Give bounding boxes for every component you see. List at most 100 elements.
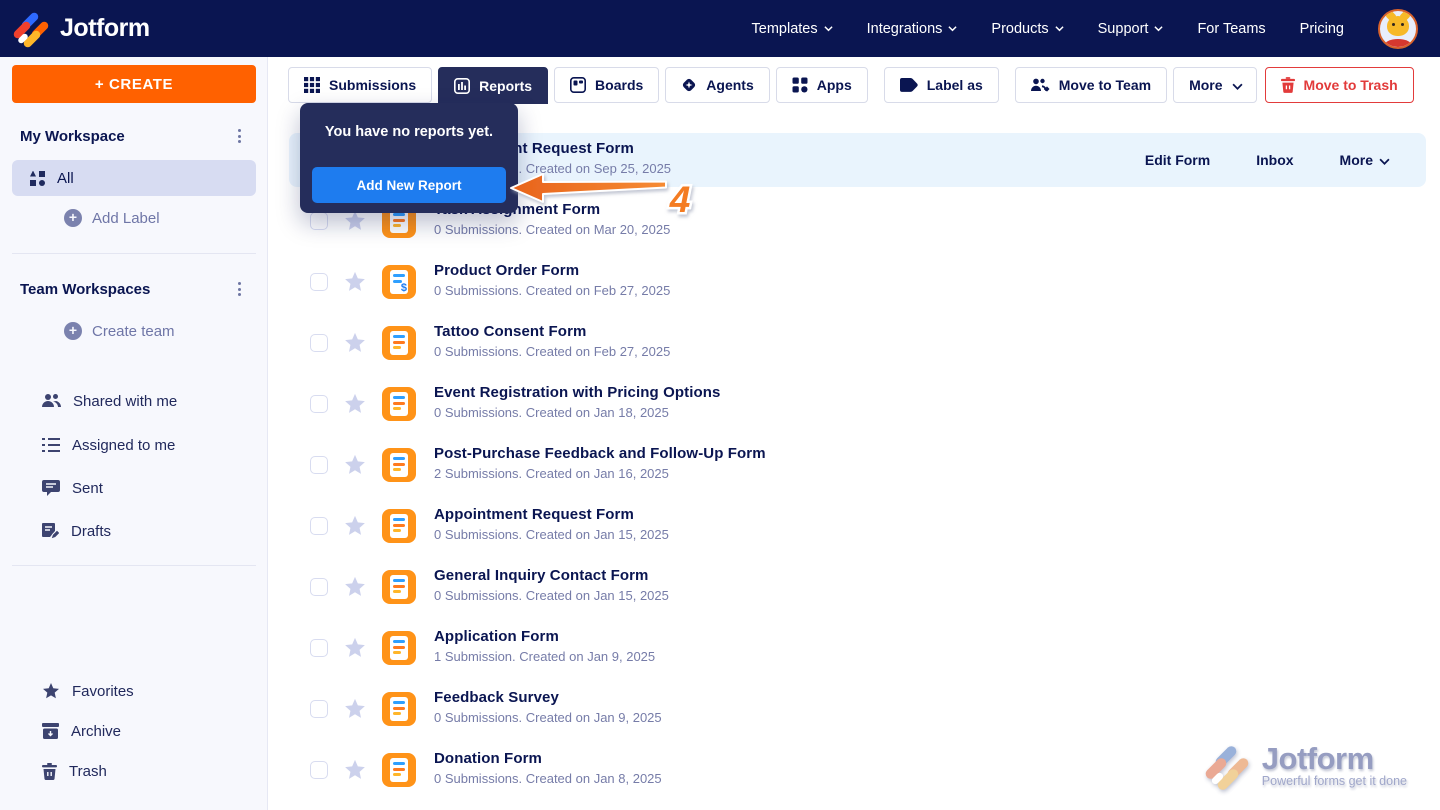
nav-products[interactable]: Products — [991, 21, 1064, 37]
apps-button[interactable]: Apps — [775, 67, 868, 103]
star-icon[interactable] — [344, 515, 366, 537]
nav-integrations[interactable]: Integrations — [867, 21, 958, 37]
row-checkbox[interactable] — [310, 334, 328, 352]
sidebar-item-sent[interactable]: Sent — [42, 476, 103, 500]
people-icon — [42, 394, 61, 407]
user-avatar[interactable] — [1378, 8, 1418, 49]
boards-button[interactable]: Boards — [554, 67, 660, 103]
star-icon[interactable] — [344, 759, 366, 781]
kebab-menu-icon[interactable] — [230, 127, 248, 145]
form-title[interactable]: Application Form — [434, 628, 655, 645]
form-row[interactable]: $ Feedback Survey 0 Submissions. Created… — [289, 682, 1426, 736]
create-button[interactable]: + CREATE — [12, 65, 256, 103]
jotform-watermark-icon — [1203, 743, 1252, 792]
row-checkbox[interactable] — [310, 395, 328, 413]
row-action-inbox[interactable]: Inbox — [1256, 152, 1293, 168]
grid-icon — [304, 77, 320, 93]
chevron-down-icon — [1232, 81, 1243, 90]
form-row[interactable]: $ Product Order Form 0 Submissions. Crea… — [289, 255, 1426, 309]
form-title[interactable]: Tattoo Consent Form — [434, 323, 670, 340]
form-title[interactable]: Appointment Request Form — [434, 506, 669, 523]
form-meta: 0 Submissions. Created on Jan 8, 2025 — [434, 771, 662, 786]
form-icon: $ — [382, 509, 416, 543]
star-icon[interactable] — [344, 576, 366, 598]
row-checkbox[interactable] — [310, 761, 328, 779]
nav-templates[interactable]: Templates — [752, 21, 833, 37]
row-checkbox[interactable] — [310, 456, 328, 474]
nav-support[interactable]: Support — [1098, 21, 1164, 37]
sidebar-item-assigned-to-me[interactable]: Assigned to me — [42, 433, 175, 457]
form-title[interactable]: Feedback Survey — [434, 689, 662, 706]
main-content: Submissions Reports Boards Agents Apps L… — [269, 57, 1440, 810]
row-action-edit-form[interactable]: Edit Form — [1145, 152, 1210, 168]
archive-icon — [42, 723, 59, 739]
form-icon: $ — [382, 570, 416, 604]
star-icon[interactable] — [344, 637, 366, 659]
sidebar-item-archive[interactable]: Archive — [42, 719, 121, 743]
forms-list: $ Appointment Request Form 0 Submissions… — [289, 133, 1426, 804]
sidebar-item-shared-with-me[interactable]: Shared with me — [42, 389, 177, 413]
form-row[interactable]: $ Tattoo Consent Form 0 Submissions. Cre… — [289, 316, 1426, 370]
form-meta: 0 Submissions. Created on Jan 9, 2025 — [434, 710, 662, 725]
create-team-button[interactable]: + Create team — [64, 322, 175, 340]
watermark-brand: Jotform — [1261, 741, 1374, 776]
form-icon: $ — [382, 448, 416, 482]
sidebar-item-trash[interactable]: Trash — [42, 759, 107, 783]
sidebar-item-drafts[interactable]: Drafts — [42, 519, 111, 543]
form-icon: $ — [382, 631, 416, 665]
team-workspaces-title: Team Workspaces — [20, 280, 151, 298]
form-title[interactable]: General Inquiry Contact Form — [434, 567, 669, 584]
move-team-icon — [1030, 78, 1050, 92]
row-checkbox[interactable] — [310, 212, 328, 230]
row-checkbox[interactable] — [310, 578, 328, 596]
row-checkbox[interactable] — [310, 639, 328, 657]
nav-for-teams[interactable]: For Teams — [1197, 21, 1265, 37]
star-icon[interactable] — [344, 393, 366, 415]
add-label-button[interactable]: + Add Label — [64, 209, 160, 227]
submissions-button[interactable]: Submissions — [288, 67, 433, 103]
jotform-logo[interactable]: Jotform — [12, 10, 150, 49]
chevron-down-icon — [1379, 156, 1390, 165]
row-action-more[interactable]: More — [1340, 152, 1390, 168]
form-row[interactable]: $ Appointment Request Form 0 Submissions… — [289, 499, 1426, 553]
form-row[interactable]: $ General Inquiry Contact Form 0 Submiss… — [289, 560, 1426, 614]
form-row[interactable]: $ Post-Purchase Feedback and Follow-Up F… — [289, 438, 1426, 492]
form-title[interactable]: Product Order Form — [434, 262, 670, 279]
move-to-team-button[interactable]: Move to Team — [1014, 67, 1168, 103]
star-icon[interactable] — [344, 454, 366, 476]
chevron-down-icon — [948, 24, 958, 33]
jotform-logo-icon — [12, 10, 50, 49]
watermark-tagline: Powerful forms get it done — [1261, 774, 1407, 788]
row-checkbox[interactable] — [310, 517, 328, 535]
bar-chart-icon — [454, 77, 471, 94]
team-workspaces-header: Team Workspaces — [20, 280, 248, 298]
star-icon[interactable] — [344, 698, 366, 720]
add-new-report-button[interactable]: Add New Report — [312, 167, 506, 203]
trash-icon — [42, 762, 57, 780]
form-icon: $ — [382, 692, 416, 726]
more-button[interactable]: More — [1173, 67, 1257, 103]
star-icon[interactable] — [344, 332, 366, 354]
form-row[interactable]: $ Event Registration with Pricing Option… — [289, 377, 1426, 431]
row-checkbox[interactable] — [310, 273, 328, 291]
star-icon[interactable] — [344, 271, 366, 293]
form-row[interactable]: $ Application Form 1 Submission. Created… — [289, 621, 1426, 675]
form-meta: 1 Submission. Created on Jan 9, 2025 — [434, 649, 656, 664]
star-icon[interactable] — [344, 210, 366, 232]
sidebar-item-favorites[interactable]: Favorites — [42, 679, 134, 703]
nav-pricing[interactable]: Pricing — [1300, 21, 1344, 37]
form-title[interactable]: Event Registration with Pricing Options — [434, 384, 720, 401]
agents-button[interactable]: Agents — [665, 67, 770, 103]
sidebar-divider — [12, 565, 256, 566]
my-workspace-title: My Workspace — [20, 127, 125, 145]
move-to-trash-button[interactable]: Move to Trash — [1264, 67, 1414, 103]
kebab-menu-icon[interactable] — [230, 280, 248, 298]
form-title[interactable]: Donation Form — [434, 750, 662, 767]
row-actions: Edit Form Inbox More — [1145, 133, 1390, 187]
jotform-my-forms-page: Jotform Templates Integrations Products … — [0, 0, 1440, 810]
reports-button[interactable]: Reports — [438, 67, 549, 104]
form-title[interactable]: Post-Purchase Feedback and Follow-Up For… — [434, 445, 766, 462]
row-checkbox[interactable] — [310, 700, 328, 718]
sidebar-item-all[interactable]: All — [12, 160, 256, 196]
label-as-button[interactable]: Label as — [883, 67, 999, 103]
